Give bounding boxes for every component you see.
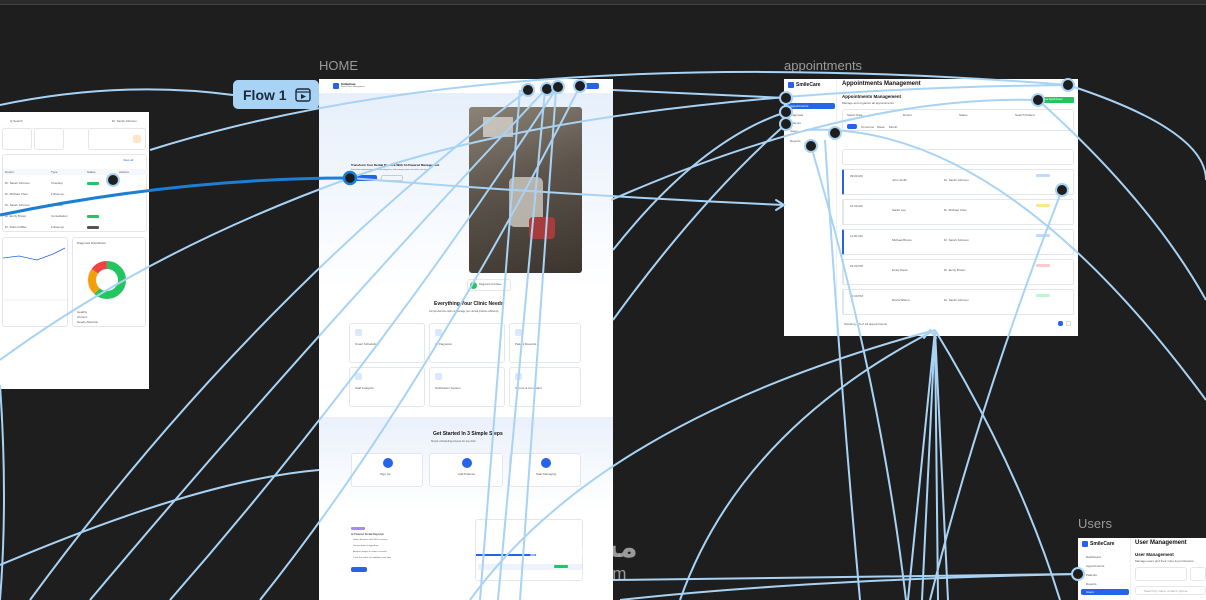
connection-handle[interactable] <box>521 83 535 97</box>
prototype-connections <box>0 70 1206 600</box>
connection-line <box>907 329 936 600</box>
connection-line <box>612 573 1079 581</box>
active-connection-handle[interactable] <box>342 170 358 186</box>
connection-handle[interactable] <box>573 79 587 93</box>
watermark-latin: mostaql.com <box>530 564 627 583</box>
connection-line <box>810 145 907 600</box>
connection-handle[interactable] <box>551 80 565 94</box>
connection-line <box>929 189 1063 600</box>
connection-line <box>149 70 1069 151</box>
connection-handle[interactable] <box>1031 93 1045 107</box>
connection-handle[interactable] <box>804 139 818 153</box>
connection-handle[interactable] <box>779 117 793 131</box>
connection-handle[interactable] <box>1061 78 1075 92</box>
connection-line <box>479 89 521 600</box>
connection-handle[interactable] <box>540 82 554 96</box>
connection-handle[interactable] <box>1071 567 1085 581</box>
connection-line <box>921 329 936 600</box>
connection-line <box>610 98 1039 201</box>
connection-line <box>0 88 234 106</box>
connection-handle[interactable] <box>1055 183 1069 197</box>
connection-line <box>612 123 787 321</box>
connection-line <box>612 89 787 99</box>
connection-handle[interactable] <box>106 173 120 187</box>
active-connection-line <box>0 176 351 217</box>
watermark-arabic: مستقل <box>528 530 638 565</box>
connection-line <box>0 384 5 600</box>
connection-handle[interactable] <box>779 105 793 119</box>
connection-handle[interactable] <box>779 91 793 105</box>
connection-line <box>824 139 861 600</box>
connection-line <box>259 85 581 600</box>
connection-line <box>1067 84 1206 181</box>
connection-handle[interactable] <box>828 126 842 140</box>
connection-line <box>349 84 1069 179</box>
connection-line <box>1037 99 1206 301</box>
connection-line <box>612 111 787 251</box>
